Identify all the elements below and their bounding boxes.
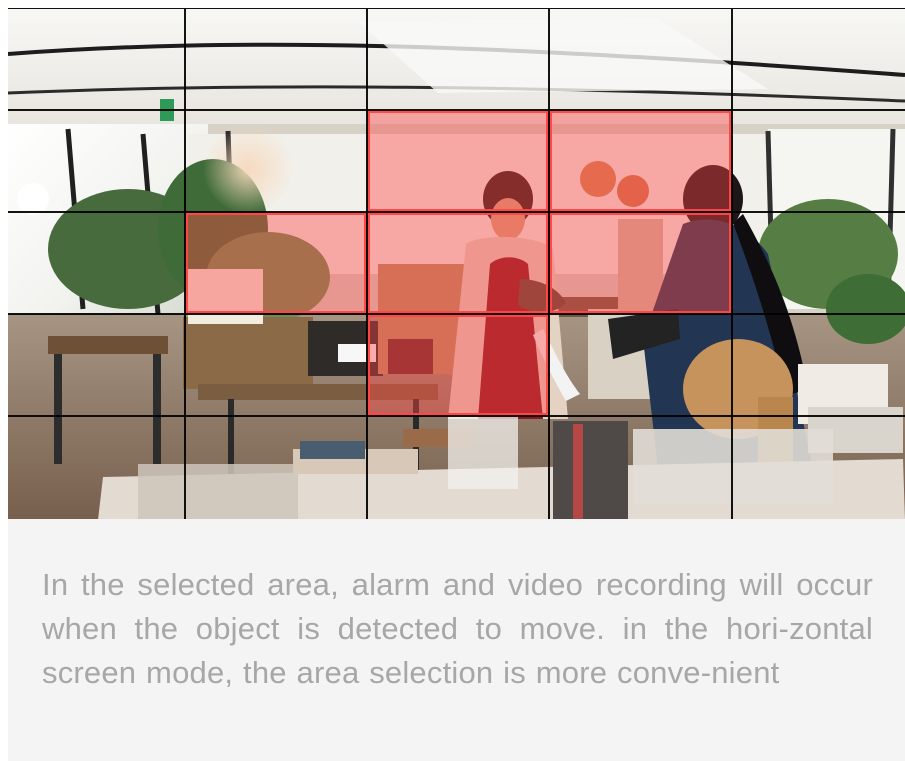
motion-detection-screen: In the selected area, alarm and video re… <box>0 0 905 761</box>
grid-cell[interactable] <box>732 416 905 520</box>
motion-detection-grid[interactable] <box>8 9 905 520</box>
grid-cell[interactable] <box>549 416 732 520</box>
grid-cell[interactable] <box>367 314 549 416</box>
motion-detection-description: In the selected area, alarm and video re… <box>42 567 873 690</box>
grid-cell[interactable] <box>185 416 367 520</box>
grid-cell[interactable] <box>367 416 549 520</box>
grid-cell[interactable] <box>185 9 367 110</box>
grid-cell[interactable] <box>185 212 367 314</box>
grid-cell[interactable] <box>8 9 185 110</box>
grid-cell[interactable] <box>8 416 185 520</box>
grid-cell[interactable] <box>549 314 732 416</box>
grid-cell[interactable] <box>8 110 185 212</box>
grid-cell[interactable] <box>367 9 549 110</box>
grid-cell[interactable] <box>732 314 905 416</box>
grid-cell[interactable] <box>367 110 549 212</box>
grid-cell[interactable] <box>8 314 185 416</box>
grid-cell[interactable] <box>549 9 732 110</box>
grid-cell[interactable] <box>367 212 549 314</box>
grid-cell[interactable] <box>8 212 185 314</box>
grid-cell[interactable] <box>549 212 732 314</box>
grid-cell[interactable] <box>185 110 367 212</box>
camera-preview[interactable] <box>8 8 905 521</box>
grid-cell[interactable] <box>732 110 905 212</box>
grid-cell[interactable] <box>549 110 732 212</box>
grid-cell[interactable] <box>732 212 905 314</box>
grid-cell[interactable] <box>732 9 905 110</box>
motion-detection-info-panel: In the selected area, alarm and video re… <box>8 519 905 761</box>
grid-cell[interactable] <box>185 314 367 416</box>
